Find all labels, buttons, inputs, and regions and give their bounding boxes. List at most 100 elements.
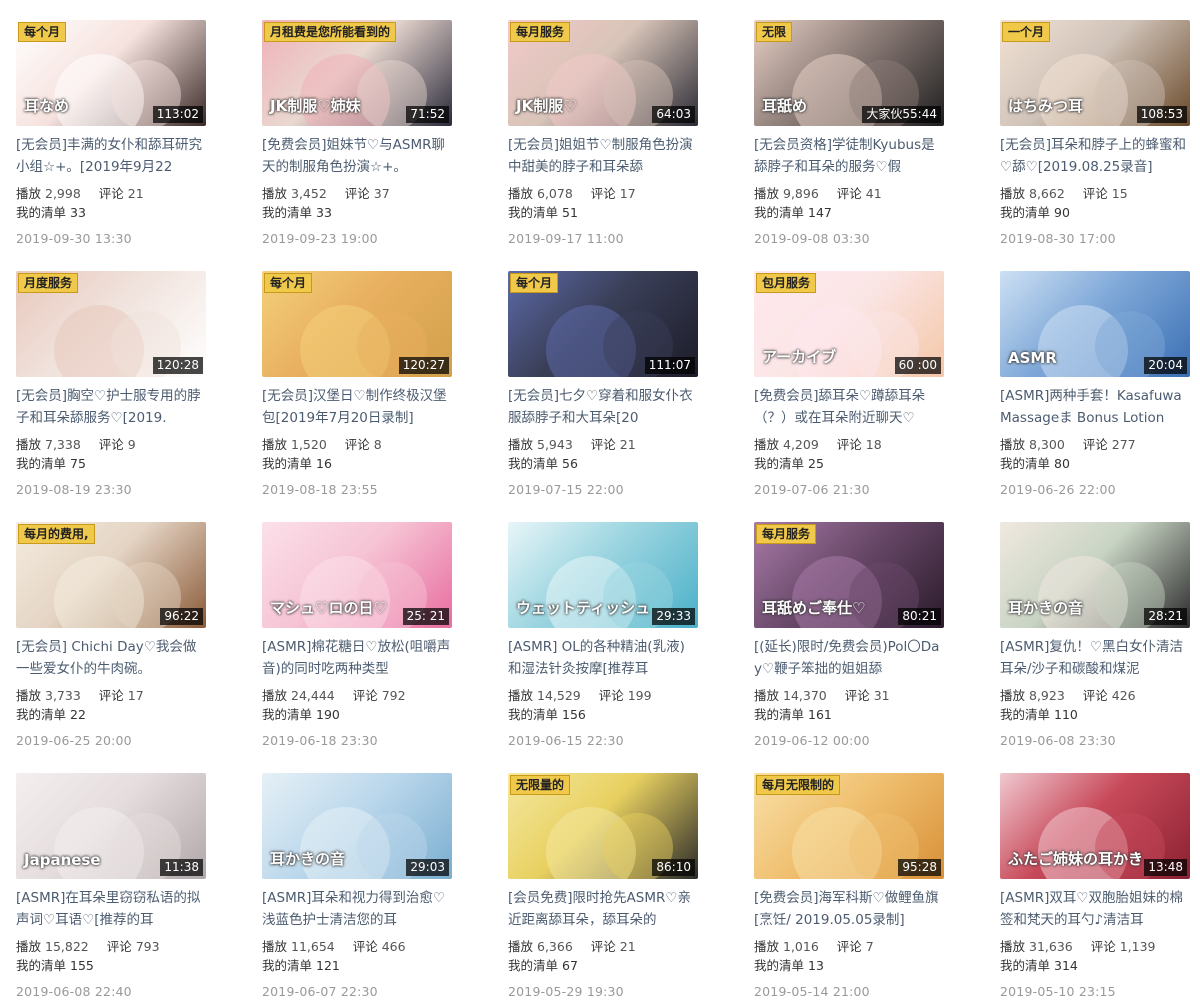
duration-label: 111:07 [644, 357, 695, 374]
comment-count: 21 [619, 437, 636, 452]
video-card[interactable]: ウェットティッシュ 29:33 [ASMR] OL的各种精油(乳液)和湿法针灸按… [508, 522, 698, 748]
video-thumbnail[interactable]: 耳舐めご奉仕♡ 每月服务 80:21 [754, 522, 944, 628]
video-card[interactable]: 月度服务 120:28 [无会员]胸空♡护士服专用的脖子和耳朵舔服务♡[2019… [16, 271, 206, 497]
video-title-link[interactable]: [ASMR] OL的各种精油(乳液)和湿法针灸按摩[推荐耳 [508, 636, 698, 680]
mylist-stat[interactable]: 我的清单 155 [16, 956, 206, 975]
publish-date: 2019-06-08 22:40 [16, 984, 132, 999]
video-card[interactable]: ふたご姉妹の耳かき 13:48 [ASMR]双耳♡双胞胎姐妹的棉签和梵天的耳勺♪… [1000, 773, 1190, 999]
video-title-link[interactable]: [免费会员]海军科斯♡做鲤鱼旗[烹饪/ 2019.05.05录制] [754, 887, 944, 931]
thumbnail-caption: 耳舐め [762, 97, 808, 115]
video-card[interactable]: JK制服♡姉妹 月租费是您所能看到的 71:52 [免费会员]姐妹节♡与ASMR… [262, 20, 452, 246]
video-thumbnail[interactable]: 耳かきの音 28:21 [1000, 522, 1190, 628]
video-title-link[interactable]: [ASMR]棉花糖日♡放松(咀嚼声音)的同时吃两种类型 [262, 636, 452, 680]
mylist-stat[interactable]: 我的清单 67 [508, 956, 698, 975]
publish-date: 2019-06-25 20:00 [16, 733, 132, 748]
video-title-link[interactable]: [免费会员]姐妹节♡与ASMR聊天的制服角色扮演☆+。 [262, 134, 452, 178]
video-card[interactable]: 每月无限制的 95:28 [免费会员]海军科斯♡做鲤鱼旗[烹饪/ 2019.05… [754, 773, 944, 999]
duration-label: 11:38 [160, 859, 203, 876]
mylist-stat[interactable]: 我的清单 80 [1000, 454, 1190, 473]
video-thumbnail[interactable]: 月度服务 120:28 [16, 271, 206, 377]
mylist-stat[interactable]: 我的清单 16 [262, 454, 452, 473]
video-thumbnail[interactable]: Japanese 11:38 [16, 773, 206, 879]
mylist-stat[interactable]: 我的清单 121 [262, 956, 452, 975]
comment-count: 8 [373, 437, 382, 452]
video-thumbnail[interactable]: JK制服♡姉妹 月租费是您所能看到的 71:52 [262, 20, 452, 126]
video-card[interactable]: 无限量的 86:10 [会员免费]限时抢先ASMR♡亲近距离舔耳朵，舔耳朵的 播… [508, 773, 698, 999]
video-thumbnail[interactable]: 耳かきの音 29:03 [262, 773, 452, 879]
video-title-link[interactable]: [无会员]胸空♡护士服专用的脖子和耳朵舔服务♡[2019. [16, 385, 206, 429]
video-card[interactable]: 耳かきの音 28:21 [ASMR]复仇！♡黑白女仆清洁耳朵/沙子和碳酸和煤泥 … [1000, 522, 1190, 748]
publish-date: 2019-09-08 03:30 [754, 231, 870, 246]
video-title-link[interactable]: [ASMR]在耳朵里窃窃私语的拟声词♡耳语♡[推荐的耳 [16, 887, 206, 931]
video-title-link[interactable]: [无会员] Chichi Day♡我会做一些爱女仆的牛肉碗。 [16, 636, 206, 680]
video-title-link[interactable]: [ASMR]双耳♡双胞胎姐妹的棉签和梵天的耳勺♪清洁耳 [1000, 887, 1190, 931]
mylist-stat[interactable]: 我的清单 25 [754, 454, 944, 473]
video-thumbnail[interactable]: アーカイブ 包月服务 60 :00 [754, 271, 944, 377]
video-thumbnail[interactable]: 耳舐め 无限 大家伙55:44 [754, 20, 944, 126]
mylist-stat[interactable]: 我的清单 33 [16, 203, 206, 222]
video-title-link[interactable]: [无会员]七夕♡穿着和服女仆衣服舔脖子和大耳朵[20 [508, 385, 698, 429]
video-title-link[interactable]: [会员免费]限时抢先ASMR♡亲近距离舔耳朵，舔耳朵的 [508, 887, 698, 931]
mylist-stat[interactable]: 我的清单 75 [16, 454, 206, 473]
video-card[interactable]: マシュ♡ロの日♡ 25: 21 [ASMR]棉花糖日♡放松(咀嚼声音)的同时吃两… [262, 522, 452, 748]
video-thumbnail[interactable]: 每个月 111:07 [508, 271, 698, 377]
video-title-link[interactable]: [(延长)限时/免费会员)Pol〇Day♡鞭子笨拙的姐姐舔 [754, 636, 944, 680]
video-title-link[interactable]: [ASMR]复仇！♡黑白女仆清洁耳朵/沙子和碳酸和煤泥 [1000, 636, 1190, 680]
duration-label: 13:48 [1144, 859, 1187, 876]
video-thumbnail[interactable]: ふたご姉妹の耳かき 13:48 [1000, 773, 1190, 879]
mylist-label: 我的清单 [16, 456, 67, 471]
video-thumbnail[interactable]: 每个月 120:27 [262, 271, 452, 377]
video-title-link[interactable]: [无会员]姐姐节♡制服角色扮演中甜美的脖子和耳朵舔 [508, 134, 698, 178]
mylist-stat[interactable]: 我的清单 51 [508, 203, 698, 222]
mylist-stat[interactable]: 我的清单 147 [754, 203, 944, 222]
mylist-stat[interactable]: 我的清单 22 [16, 705, 206, 724]
video-thumbnail[interactable]: 无限量的 86:10 [508, 773, 698, 879]
duration-label: 120:28 [152, 357, 203, 374]
publish-date: 2019-09-30 13:30 [16, 231, 132, 246]
video-thumbnail[interactable]: 每月的费用, 96:22 [16, 522, 206, 628]
video-title-link[interactable]: [无会员]丰满的女仆和舔耳研究小组☆+。[2019年9月22 [16, 134, 206, 178]
video-title-link[interactable]: [ASMR]两种手套！Kasafuwa Massageま Bonus Lotio… [1000, 385, 1190, 429]
play-count-label: 播放 [262, 939, 288, 954]
video-card[interactable]: アーカイブ 包月服务 60 :00 [免费会员]舔耳朵♡蹲舔耳朵（？）或在耳朵附… [754, 271, 944, 497]
video-card[interactable]: 耳なめ 每个月 113:02 [无会员]丰满的女仆和舔耳研究小组☆+。[2019… [16, 20, 206, 246]
mylist-stat[interactable]: 我的清单 90 [1000, 203, 1190, 222]
video-title-link[interactable]: [免费会员]舔耳朵♡蹲舔耳朵（？）或在耳朵附近聊天♡ [754, 385, 944, 429]
mylist-stat[interactable]: 我的清单 33 [262, 203, 452, 222]
mylist-stat[interactable]: 我的清单 110 [1000, 705, 1190, 724]
play-count: 7,338 [45, 437, 81, 452]
mylist-stat[interactable]: 我的清单 314 [1000, 956, 1190, 975]
video-title-link[interactable]: [无会员]耳朵和脖子上的蜂蜜和♡舔♡[2019.08.25录音] [1000, 134, 1190, 178]
mylist-count: 51 [562, 205, 578, 220]
video-card[interactable]: JK制服♡ 每月服务 64:03 [无会员]姐姐节♡制服角色扮演中甜美的脖子和耳… [508, 20, 698, 246]
video-card[interactable]: 耳かきの音 29:03 [ASMR]耳朵和视力得到治愈♡浅蓝色护士清洁您的耳 播… [262, 773, 452, 999]
video-card[interactable]: 每月的费用, 96:22 [无会员] Chichi Day♡我会做一些爱女仆的牛… [16, 522, 206, 748]
video-thumbnail[interactable]: ウェットティッシュ 29:33 [508, 522, 698, 628]
video-card[interactable]: 每个月 120:27 [无会员]汉堡日♡制作终极汉堡包[2019年7月20日录制… [262, 271, 452, 497]
video-thumbnail[interactable]: 每月无限制的 95:28 [754, 773, 944, 879]
video-title-link[interactable]: [无会员]汉堡日♡制作终极汉堡包[2019年7月20日录制] [262, 385, 452, 429]
mylist-stat[interactable]: 我的清单 161 [754, 705, 944, 724]
video-thumbnail[interactable]: マシュ♡ロの日♡ 25: 21 [262, 522, 452, 628]
mylist-label: 我的清单 [1000, 205, 1051, 220]
video-card[interactable]: ASMR 20:04 [ASMR]两种手套！Kasafuwa Massageま … [1000, 271, 1190, 497]
video-card[interactable]: 每个月 111:07 [无会员]七夕♡穿着和服女仆衣服舔脖子和大耳朵[20 播放… [508, 271, 698, 497]
video-thumbnail[interactable]: ASMR 20:04 [1000, 271, 1190, 377]
video-thumbnail[interactable]: JK制服♡ 每月服务 64:03 [508, 20, 698, 126]
mylist-stat[interactable]: 我的清单 56 [508, 454, 698, 473]
video-card[interactable]: 耳舐め 无限 大家伙55:44 [无会员资格]学徒制Kyubus是舔脖子和耳朵的… [754, 20, 944, 246]
mylist-stat[interactable]: 我的清单 13 [754, 956, 944, 975]
thumbnail-caption: マシュ♡ロの日♡ [270, 599, 387, 617]
video-thumbnail[interactable]: 耳なめ 每个月 113:02 [16, 20, 206, 126]
video-card[interactable]: Japanese 11:38 [ASMR]在耳朵里窃窃私语的拟声词♡耳语♡[推荐… [16, 773, 206, 999]
video-thumbnail[interactable]: はちみつ耳 一个月 108:53 [1000, 20, 1190, 126]
video-title-link[interactable]: [ASMR]耳朵和视力得到治愈♡浅蓝色护士清洁您的耳 [262, 887, 452, 931]
video-card[interactable]: はちみつ耳 一个月 108:53 [无会员]耳朵和脖子上的蜂蜜和♡舔♡[2019… [1000, 20, 1190, 246]
mylist-stat[interactable]: 我的清单 190 [262, 705, 452, 724]
mylist-stat[interactable]: 我的清单 156 [508, 705, 698, 724]
comment-count: 21 [127, 186, 144, 201]
mylist-count: 56 [562, 456, 578, 471]
thumbnail-caption: JK制服♡姉妹 [270, 97, 361, 115]
video-card[interactable]: 耳舐めご奉仕♡ 每月服务 80:21 [(延长)限时/免费会员)Pol〇Day♡… [754, 522, 944, 748]
video-title-link[interactable]: [无会员资格]学徒制Kyubus是舔脖子和耳朵的服务♡假 [754, 134, 944, 178]
